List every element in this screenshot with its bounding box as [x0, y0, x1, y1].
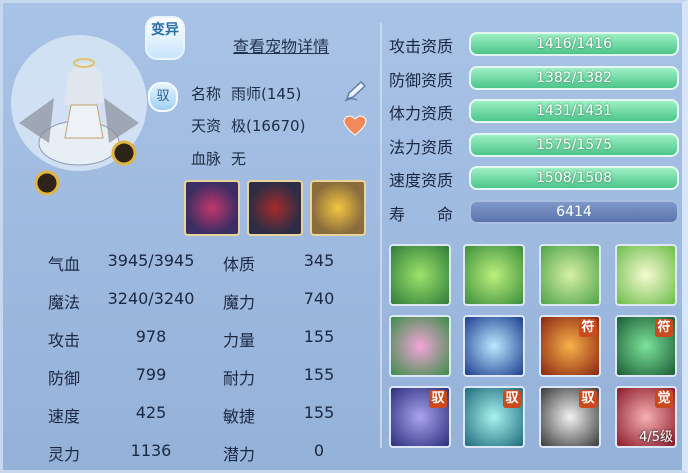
aptitude-bar: 1416/1416 — [469, 32, 679, 56]
stat-value: 799 — [135, 365, 167, 384]
skill-wolf-icon[interactable]: 驭 — [389, 386, 451, 448]
equipment-slot-necklace-icon[interactable] — [310, 180, 366, 236]
aptitude-bar: 1508/1508 — [469, 166, 679, 190]
stat-value: 3240/3240 — [107, 289, 195, 308]
name-value: 雨师(145) — [231, 85, 302, 103]
talisman-tag: 符 — [655, 319, 673, 337]
aptitude-label: 体力资质 — [389, 104, 454, 123]
skill-talisman-fire-icon[interactable]: 符 — [539, 315, 601, 377]
equipment-slot-armor-icon[interactable] — [247, 180, 303, 236]
talisman-tag: 符 — [579, 319, 597, 337]
talent-label: 天资 — [191, 117, 222, 135]
stat-label: 防御 — [48, 369, 81, 388]
skill-heart-icon[interactable] — [389, 315, 451, 377]
tame-label: 驭 — [156, 89, 170, 104]
favorite-heart-icon[interactable] — [343, 115, 367, 137]
stat-value: 155 — [303, 365, 335, 384]
skill-level: 4/5级 — [639, 430, 673, 445]
bloodline-label: 血脉 — [191, 150, 222, 168]
stat-value: 425 — [135, 403, 167, 422]
mutation-label: 变异 — [151, 22, 179, 38]
aptitude-label: 防御资质 — [389, 70, 454, 90]
stat-label: 气血 — [48, 255, 81, 274]
equipment-slot-collar-icon[interactable] — [184, 180, 240, 236]
tame-tag: 驭 — [503, 390, 521, 408]
aptitude-bar: 1575/1575 — [469, 132, 679, 157]
stat-label: 魔力 — [223, 293, 256, 312]
skill-shield-icon[interactable]: 驭 — [463, 386, 525, 448]
stat-value: 978 — [135, 327, 167, 346]
tame-badge: 驭 — [148, 82, 178, 112]
stat-label: 体质 — [223, 255, 256, 274]
aptitude-bar: 1382/1382 — [469, 65, 679, 90]
pet-panel: 变异 驭 查看宠物详情 名称 雨师(145) 天资 极(16670) 血脉无 气血 3… — [0, 0, 688, 473]
stat-value: 155 — [303, 327, 335, 346]
aptitude-label: 寿 命 — [389, 204, 454, 224]
talent-row: 天资 极(16670) — [191, 115, 305, 136]
skill-talisman-figure-icon[interactable]: 符 — [615, 315, 677, 377]
name-label: 名称 — [191, 85, 222, 103]
bloodline-row: 血脉无 — [191, 148, 246, 169]
pet-portrait — [9, 13, 159, 203]
stat-value: 740 — [303, 289, 335, 308]
aptitude-label: 攻击资质 — [389, 37, 454, 56]
bloodline-value: 无 — [231, 150, 247, 168]
aptitude-label: 法力资质 — [389, 137, 454, 157]
stat-label: 力量 — [223, 331, 256, 350]
stat-value: 155 — [303, 403, 335, 422]
view-pet-details-link[interactable]: 查看宠物详情 — [233, 33, 329, 57]
stat-label: 攻击 — [48, 331, 81, 350]
awaken-tag: 觉 — [655, 390, 673, 408]
stat-label: 耐力 — [223, 369, 256, 388]
lifespan-bar: 6414 — [469, 199, 679, 224]
skill-palm-light-icon[interactable] — [615, 244, 677, 306]
talent-value: 极(16670) — [231, 117, 306, 135]
skill-hand-icon[interactable] — [539, 244, 601, 306]
edit-name-pencil-icon[interactable] — [343, 79, 369, 103]
skill-awaken-icon[interactable]: 觉 4/5级 — [615, 386, 677, 448]
stat-value: 0 — [313, 441, 325, 460]
stat-value: 3945/3945 — [107, 251, 195, 270]
stat-label: 魔法 — [48, 293, 81, 312]
name-row: 名称 雨师(145) — [191, 83, 301, 104]
stat-label: 灵力 — [48, 445, 81, 464]
stat-label: 敏捷 — [223, 407, 256, 426]
mutation-badge: 变异 — [145, 16, 185, 60]
skill-ghost-icon[interactable] — [389, 244, 451, 306]
stat-label: 速度 — [48, 407, 81, 426]
tame-tag: 驭 — [429, 390, 447, 408]
skill-lightning-icon[interactable] — [463, 315, 525, 377]
aptitude-bar: 1431/1431 — [469, 99, 679, 123]
stat-label: 潜力 — [223, 445, 256, 464]
stat-value: 1136 — [130, 441, 172, 460]
skill-eye-icon[interactable]: 驭 — [539, 386, 601, 448]
skill-ghost-wind-icon[interactable] — [463, 244, 525, 306]
divider — [380, 23, 382, 448]
stat-value: 345 — [303, 251, 335, 270]
tame-tag: 驭 — [579, 390, 597, 408]
aptitude-label: 速度资质 — [389, 171, 454, 190]
